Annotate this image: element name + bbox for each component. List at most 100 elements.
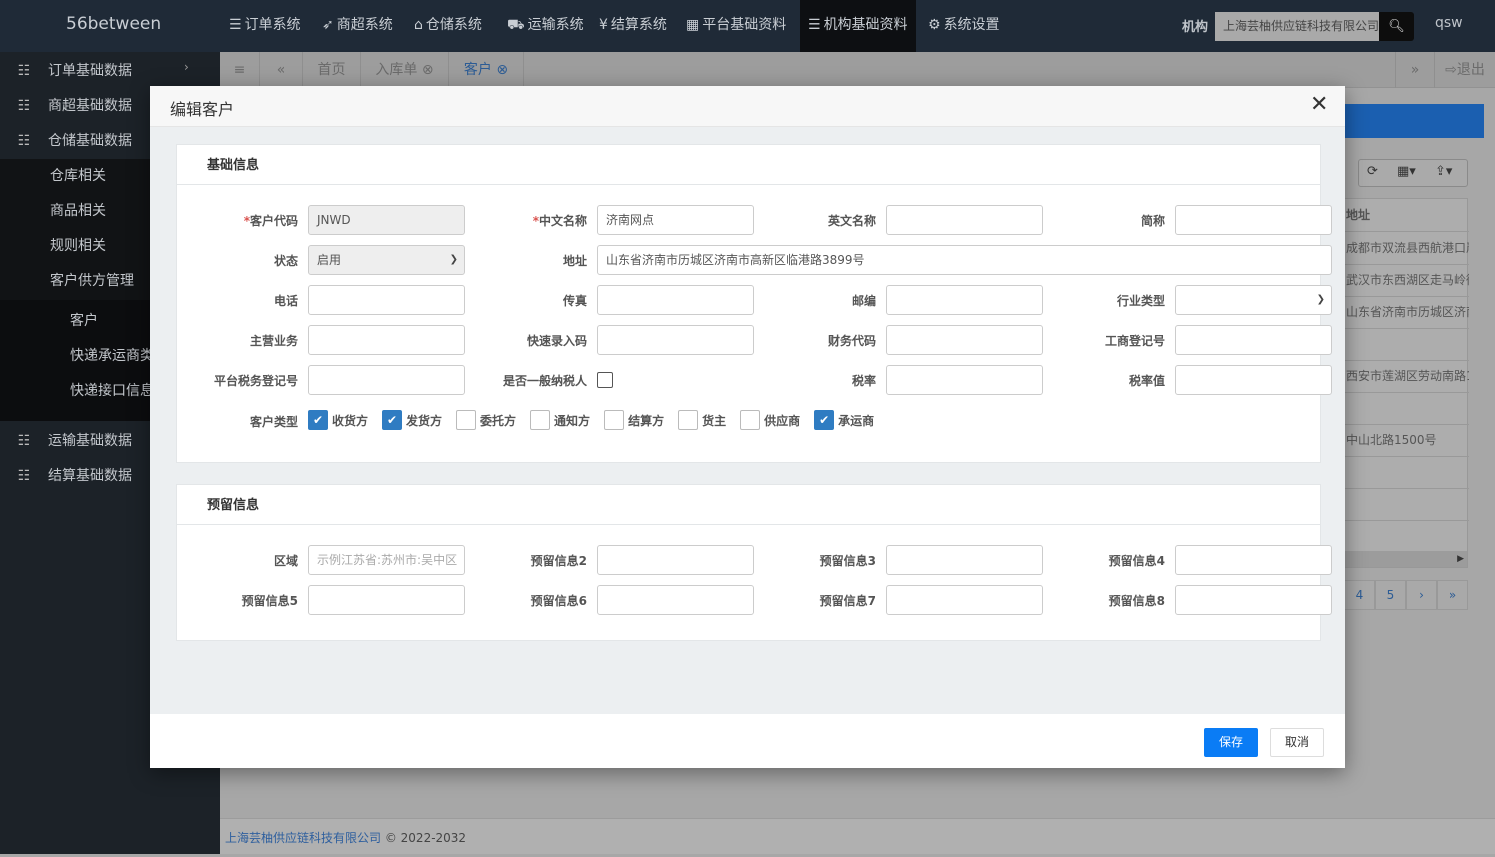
checkbox[interactable] <box>740 410 761 430</box>
scroll-right-icon[interactable]: » <box>1395 52 1435 88</box>
reserved2-input[interactable] <box>597 545 754 575</box>
table-row[interactable]: 武汉市东西湖区走马岭街 <box>1341 264 1469 297</box>
table-row[interactable] <box>1341 488 1469 521</box>
checkbox[interactable] <box>678 410 699 430</box>
page-button[interactable]: 4 <box>1344 580 1375 610</box>
biz-reg-input[interactable] <box>1175 325 1332 355</box>
customer-type-option[interactable]: ✔ 承运商 <box>814 410 874 430</box>
checkbox-label: 结算方 <box>628 413 665 428</box>
sidebar-subitem[interactable]: 规则相关 <box>0 229 150 264</box>
sidebar-subsubitem[interactable]: 客户 <box>0 304 150 339</box>
search-icon[interactable]: 🔍︎ <box>1379 12 1414 41</box>
nav-truck[interactable]: ⛟ 运输系统 <box>507 0 584 52</box>
customer-code-input[interactable]: JNWD <box>308 205 465 235</box>
general-tax-checkbox[interactable] <box>597 372 613 388</box>
tax-value-input[interactable] <box>1175 365 1332 395</box>
customer-type-option[interactable]: 通知方 <box>530 410 590 430</box>
nav-bars[interactable]: ☰ 订单系统 <box>229 0 301 52</box>
zip-input[interactable] <box>886 285 1043 315</box>
tab-inbound[interactable]: 入库单 ⊗ <box>361 52 449 88</box>
checkbox[interactable]: ✔ <box>382 410 403 430</box>
phone-input[interactable] <box>308 285 465 315</box>
sidebar-subitem[interactable]: 客户供方管理 <box>0 264 150 299</box>
status-select[interactable]: 启用 ❯ <box>308 245 465 275</box>
close-icon[interactable]: ✕ <box>1310 92 1328 117</box>
org-label: 机构 <box>1182 20 1209 35</box>
finance-code-input[interactable] <box>886 325 1043 355</box>
reserved7-input[interactable] <box>886 585 1043 615</box>
table-row[interactable] <box>1341 328 1469 361</box>
customer-type-option[interactable]: ✔ 收货方 <box>308 410 368 430</box>
checkbox[interactable]: ✔ <box>814 410 835 430</box>
sidebar-subitem[interactable]: 仓库相关 <box>0 159 150 194</box>
region-input[interactable]: 示例江苏省:苏州市:吴中区 <box>308 545 465 575</box>
short-name-input[interactable] <box>1175 205 1332 235</box>
reserved8-input[interactable] <box>1175 585 1332 615</box>
reserved6-input[interactable] <box>597 585 754 615</box>
sidebar-subsubitem[interactable]: 快递接口信息 <box>0 374 150 409</box>
industry-select[interactable]: ❯ <box>1175 285 1332 315</box>
nav-grid[interactable]: ▦ 平台基础资料 <box>686 0 786 52</box>
refresh-icon[interactable]: ⟳ <box>1367 164 1378 179</box>
table-row[interactable] <box>1341 392 1469 425</box>
cn-name-input[interactable]: 济南网点 <box>597 205 754 235</box>
address-input[interactable]: 山东省济南市历城区济南市高新区临港路3899号 <box>597 245 1332 275</box>
nav-rocket[interactable]: ➶ 商超系统 <box>322 0 393 52</box>
table-row[interactable]: 成都市双流县西航港口岸 <box>1341 232 1469 265</box>
table-row[interactable] <box>1341 456 1469 489</box>
checkbox[interactable] <box>604 410 625 430</box>
brand-logo[interactable]: 56between <box>66 14 161 34</box>
reserved6-label: 预留信息6 <box>530 593 587 608</box>
tax-reg-input[interactable] <box>308 365 465 395</box>
checkbox[interactable] <box>456 410 477 430</box>
tab-customer[interactable]: 客户 ⊗ <box>449 52 524 88</box>
menu-toggle-icon[interactable]: ≡ <box>220 52 260 88</box>
user-menu[interactable]: qsw <box>1435 15 1463 31</box>
table-row[interactable]: 中山北路1500号 <box>1341 424 1469 457</box>
page-button[interactable]: 5 <box>1375 580 1406 610</box>
fax-input[interactable] <box>597 285 754 315</box>
reserved3-input[interactable] <box>886 545 1043 575</box>
sidebar-subitem[interactable]: 商品相关 <box>0 194 150 229</box>
checkbox[interactable]: ✔ <box>308 410 328 430</box>
logout-label: 退出 <box>1456 62 1485 78</box>
org-input[interactable]: 上海芸柚供应链科技有限公司 <box>1215 12 1379 41</box>
nav-home[interactable]: ⌂ 仓储系统 <box>414 0 482 52</box>
columns-icon[interactable]: ▦▾ <box>1397 164 1416 179</box>
customer-type-option[interactable]: 委托方 <box>456 410 516 430</box>
reserved4-input[interactable] <box>1175 545 1332 575</box>
quick-code-input[interactable] <box>597 325 754 355</box>
save-button[interactable]: 保存 <box>1204 728 1259 757</box>
table-row[interactable]: 山东省济南市历城区济南 <box>1341 296 1469 329</box>
company-link[interactable]: 上海芸柚供应链科技有限公司 <box>225 831 381 845</box>
close-icon[interactable]: ⊗ <box>496 62 508 78</box>
customer-type-option[interactable]: 货主 <box>678 410 726 430</box>
close-icon[interactable]: ⊗ <box>422 62 434 78</box>
scroll-left-icon[interactable]: « <box>260 52 303 88</box>
page-button[interactable]: » <box>1437 580 1468 610</box>
top-navbar: 56between ☰ 订单系统 ➶ 商超系统 ⌂ 仓储系统 ⛟ 运输系统 ¥ 结算系统 ▦ 平台基础… <box>0 0 1495 52</box>
horizontal-scrollbar[interactable]: ▶ <box>1341 551 1467 567</box>
logout-button[interactable]: ⇨退出 <box>1435 52 1495 88</box>
reserved4-label: 预留信息4 <box>1108 553 1165 568</box>
customer-type-option[interactable]: ✔ 发货方 <box>382 410 442 430</box>
tab-bar: ≡ « 首页 入库单 ⊗ 客户 ⊗ » ⇨退出 <box>220 52 1495 88</box>
nav-gear[interactable]: ⚙ 系统设置 <box>928 0 1000 52</box>
tab-home[interactable]: 首页 <box>303 52 361 88</box>
business-input[interactable] <box>308 325 465 355</box>
checkbox[interactable] <box>530 410 551 430</box>
en-name-input[interactable] <box>886 205 1043 235</box>
sidebar-subsubitem[interactable]: 快递承运商类 <box>0 339 150 374</box>
nav-yen[interactable]: ¥ 结算系统 <box>599 0 667 52</box>
page-button[interactable]: › <box>1406 580 1437 610</box>
customer-type-option[interactable]: 供应商 <box>740 410 800 430</box>
table-row[interactable]: 西安市莲湖区劳动南路1 <box>1341 360 1469 393</box>
customer-type-option[interactable]: 结算方 <box>604 410 664 430</box>
nav-list[interactable]: ☰ 机构基础资料 <box>800 0 916 52</box>
chevron-circle-icon[interactable]: › <box>184 60 189 74</box>
tax-rate-input[interactable] <box>886 365 1043 395</box>
address-label: 地址 <box>562 253 587 268</box>
cancel-button[interactable]: 取消 <box>1270 728 1325 757</box>
export-icon[interactable]: ⇪▾ <box>1435 164 1452 179</box>
reserved5-input[interactable] <box>308 585 465 615</box>
